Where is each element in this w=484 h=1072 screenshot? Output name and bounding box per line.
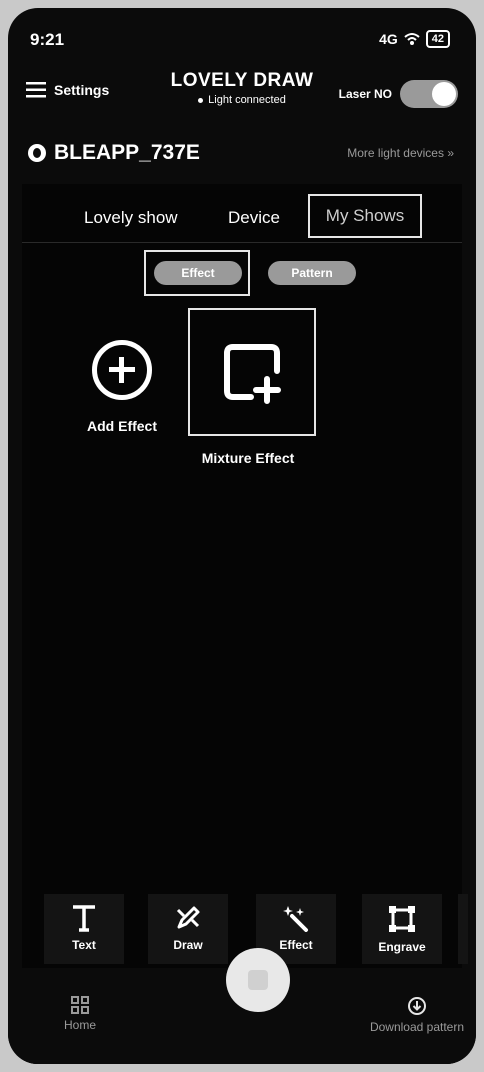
tab-my-shows-label: My Shows — [325, 206, 405, 225]
engrave-tool-button[interactable]: Engrave — [362, 894, 442, 964]
download-icon — [407, 997, 426, 1015]
status-dot-icon — [198, 97, 204, 103]
pattern-filter-chip[interactable]: Pattern — [268, 261, 356, 285]
grid-icon — [71, 996, 89, 1014]
status-bar: 9:21 4G 42 — [8, 8, 476, 58]
battery-icon: 42 — [425, 30, 450, 48]
frame-plus-icon — [224, 344, 281, 404]
tab-my-shows[interactable]: My Shows — [308, 194, 422, 238]
text-tool-button[interactable]: Text — [44, 894, 124, 964]
connection-label: Light connected — [208, 94, 286, 106]
more-devices-link[interactable]: More light devices » — [347, 146, 454, 160]
draw-tool-button[interactable]: Draw — [148, 894, 228, 964]
tab-bar: Lovely show Device My Shows — [22, 184, 462, 243]
more-devices-label: More light devices — [347, 146, 444, 160]
app-screen: 9:21 4G 42 Settings LOVELY DRAW Light co… — [8, 8, 476, 1064]
text-icon — [73, 905, 95, 932]
nav-download-label: Download pattern — [369, 1020, 464, 1034]
laser-toggle[interactable] — [400, 80, 458, 108]
add-effect-card[interactable]: Add Effect — [62, 316, 182, 434]
tab-lovely-show[interactable]: Lovely show — [84, 208, 178, 228]
add-effect-label: Add Effect — [87, 418, 157, 434]
nav-home[interactable]: Home — [64, 996, 96, 1032]
engrave-frame-icon — [389, 906, 415, 932]
nav-home-label: Home — [64, 1018, 97, 1032]
effect-filter-chip[interactable]: Effect — [154, 261, 242, 285]
engrave-tool-label: Engrave — [378, 940, 426, 954]
mixture-effect-tile — [188, 308, 316, 436]
draw-tool-label: Draw — [173, 938, 203, 952]
mixture-effect-label: Mixture Effect — [201, 450, 295, 466]
laser-control: Laser NO — [339, 80, 458, 108]
double-chevron-icon: » — [447, 146, 454, 160]
mixture-effect-card[interactable]: Mixture Effect — [188, 308, 316, 466]
center-action-button[interactable] — [226, 948, 290, 1012]
pencil-icon — [176, 906, 200, 929]
add-circle-icon — [92, 340, 152, 400]
tab-device[interactable]: Device — [228, 208, 280, 228]
laser-label: Laser NO — [338, 87, 392, 101]
content-panel: Lovely show Device My Shows Effect Patte… — [22, 184, 468, 1064]
signal-icon: 4G — [379, 31, 398, 47]
status-icons: 4G 42 — [379, 30, 450, 48]
status-time: 9:21 — [30, 30, 65, 49]
nav-download-pattern[interactable]: Download pattern — [370, 996, 464, 1034]
device-icon — [28, 144, 46, 162]
device-row: BLEAPP_737E More light devices » — [8, 138, 476, 170]
toggle-knob — [432, 82, 456, 106]
magic-wand-icon — [283, 906, 308, 932]
device-name: BLEAPP_737E — [54, 141, 200, 164]
app-header: Settings LOVELY DRAW Light connected Las… — [8, 68, 476, 118]
wifi-icon — [404, 33, 420, 45]
next-tool-partial[interactable] — [458, 894, 468, 964]
bottom-nav: Home Download pattern — [8, 948, 476, 1064]
text-tool-label: Text — [72, 938, 96, 952]
